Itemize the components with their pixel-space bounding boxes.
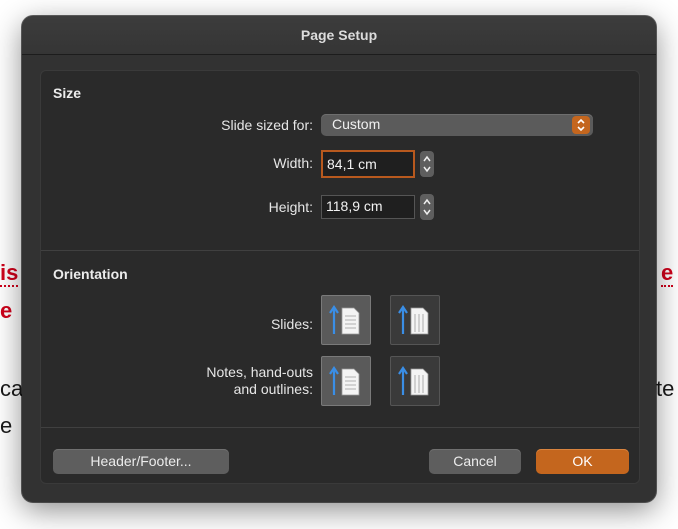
width-field[interactable] bbox=[321, 150, 415, 178]
section-divider bbox=[41, 427, 639, 428]
ok-button[interactable]: OK bbox=[536, 449, 629, 474]
landscape-page-icon bbox=[398, 366, 429, 396]
height-input[interactable] bbox=[322, 196, 410, 216]
doc-text-fragment: e bbox=[0, 413, 13, 438]
height-field[interactable] bbox=[321, 195, 415, 219]
cancel-button[interactable]: Cancel bbox=[429, 449, 521, 474]
width-input[interactable] bbox=[323, 152, 411, 176]
width-stepper[interactable] bbox=[420, 151, 434, 177]
slide-sized-for-value: Custom bbox=[332, 116, 381, 132]
doc-text-fragment: is bbox=[0, 260, 19, 287]
doc-text-fragment: ca bbox=[0, 376, 24, 401]
height-stepper[interactable] bbox=[420, 194, 434, 220]
page-setup-dialog: Page Setup Size Slide sized for: Custom … bbox=[22, 16, 656, 502]
notes-label-line2: and outlines: bbox=[233, 381, 313, 397]
stepper-arrows-icon bbox=[423, 198, 431, 216]
size-section-title: Size bbox=[53, 85, 82, 101]
notes-landscape-button[interactable] bbox=[390, 356, 440, 406]
orientation-section-title: Orientation bbox=[53, 266, 128, 282]
slides-landscape-button[interactable] bbox=[390, 295, 440, 345]
notes-orientation-label: Notes, hand-outs and outlines: bbox=[101, 364, 313, 398]
doc-text-fragment: e bbox=[661, 260, 674, 287]
height-label: Height: bbox=[268, 199, 313, 215]
header-footer-button[interactable]: Header/Footer... bbox=[53, 449, 229, 474]
slide-sized-for-label: Slide sized for: bbox=[221, 117, 313, 133]
settings-panel: Size Slide sized for: Custom Width: Heig… bbox=[40, 70, 640, 484]
slides-orientation-label: Slides: bbox=[270, 316, 313, 332]
chevron-up-down-icon bbox=[572, 116, 590, 134]
slide-sized-for-select[interactable]: Custom bbox=[321, 114, 593, 136]
doc-text-fragment: te bbox=[656, 376, 675, 401]
width-label: Width: bbox=[273, 155, 313, 171]
notes-portrait-button[interactable] bbox=[321, 356, 371, 406]
dialog-title: Page Setup bbox=[22, 16, 656, 55]
notes-label-line1: Notes, hand-outs bbox=[206, 364, 313, 380]
portrait-page-icon bbox=[329, 305, 360, 335]
section-divider bbox=[41, 250, 639, 251]
doc-text-fragment: e bbox=[0, 298, 13, 323]
stepper-arrows-icon bbox=[423, 155, 431, 173]
slides-portrait-button[interactable] bbox=[321, 295, 371, 345]
portrait-page-icon bbox=[329, 366, 360, 396]
landscape-page-icon bbox=[398, 305, 429, 335]
